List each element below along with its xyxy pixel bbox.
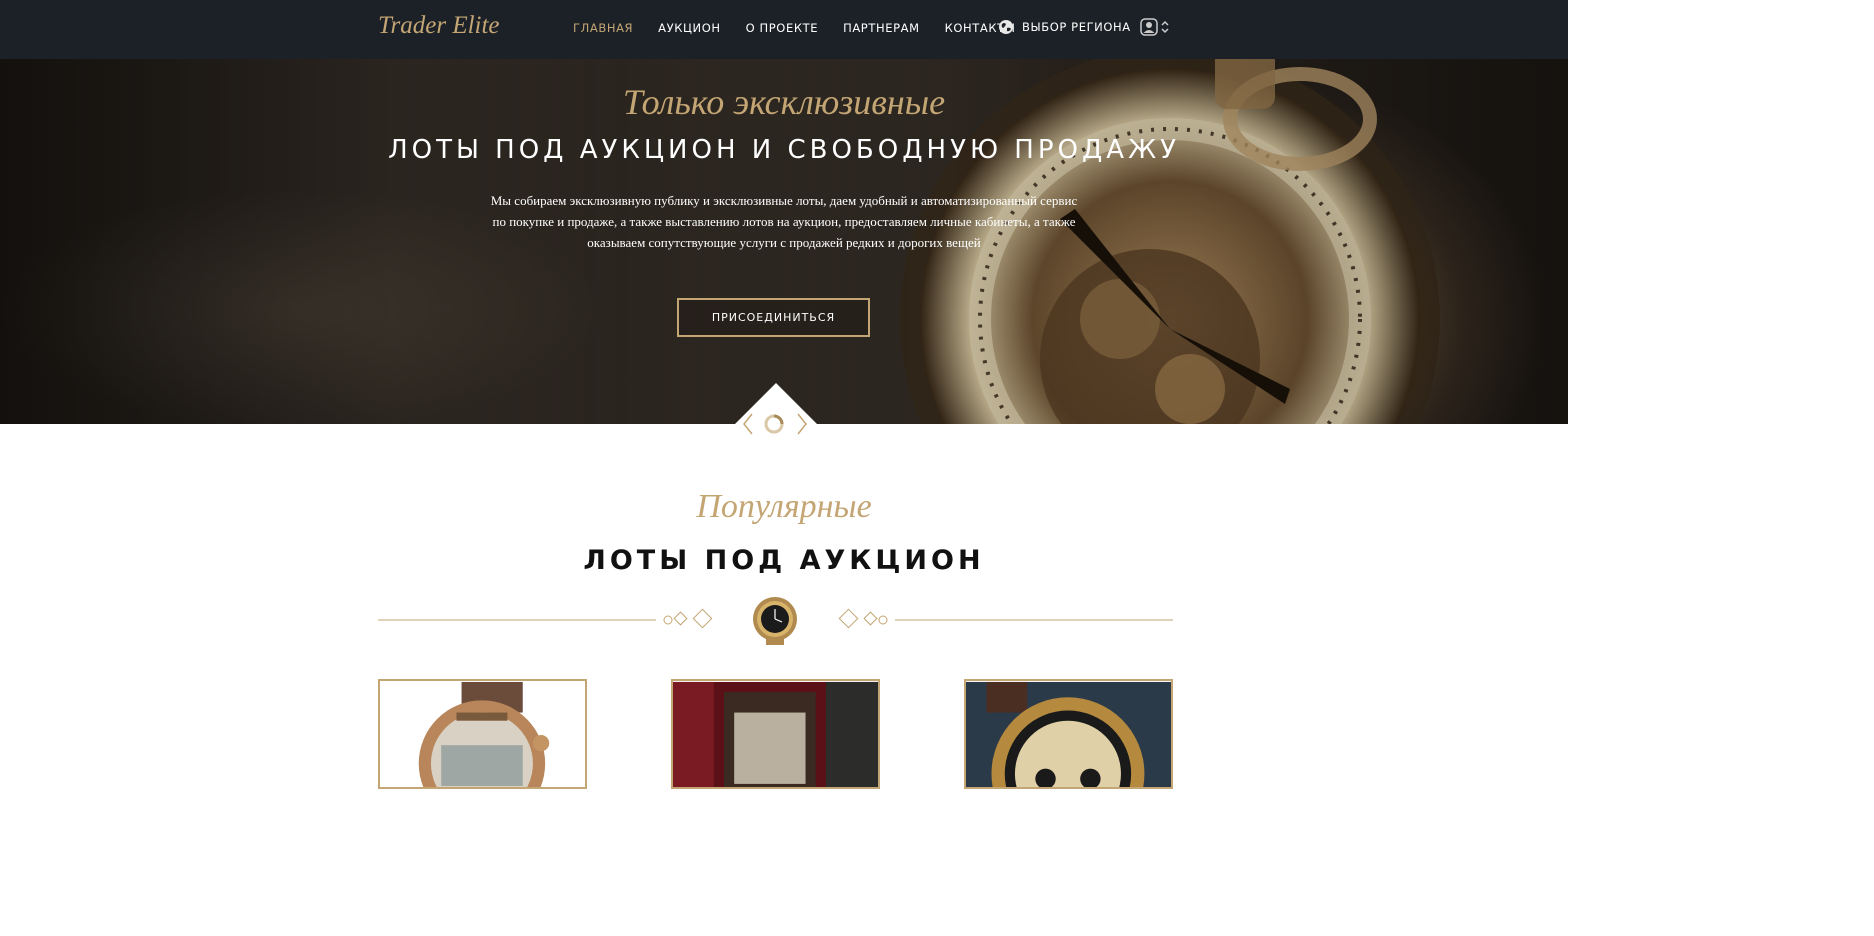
lot-card-watch-2[interactable]: [964, 679, 1173, 789]
menu-item-about[interactable]: О ПРОЕКТЕ: [746, 21, 818, 35]
hero-script-heading: Только эксклюзивные: [622, 82, 946, 122]
slider-controls: [743, 413, 807, 435]
user-menu[interactable]: [1140, 18, 1169, 36]
watch-lot-image: [380, 681, 585, 787]
top-navbar: Trader Elite ГЛАВНАЯ АУКЦИОН О ПРОЕКТЕ П…: [0, 0, 1568, 59]
menu-item-partners[interactable]: ПАРТНЕРАМ: [843, 21, 920, 35]
prev-arrow-icon[interactable]: [743, 413, 753, 435]
user-icon: [1140, 18, 1158, 36]
menu-item-auction[interactable]: АУКЦИОН: [658, 21, 720, 35]
section-title: ЛОТЫ ПОД АУКЦИОН: [583, 545, 985, 576]
section-script-heading: Популярные: [696, 488, 872, 525]
region-selector[interactable]: ВЫБОР РЕГИОНА: [998, 19, 1131, 35]
lot-card-wine[interactable]: [671, 679, 880, 789]
next-arrow-icon[interactable]: [797, 413, 807, 435]
site-logo[interactable]: Trader Elite: [378, 12, 500, 40]
hero-description: Мы собираем эксклюзивную публику и экскл…: [490, 193, 1078, 250]
wine-lot-image: [673, 681, 878, 787]
join-button[interactable]: ПРИСОЕДИНИТЬСЯ: [677, 298, 870, 337]
menu-item-home[interactable]: ГЛАВНАЯ: [573, 21, 633, 35]
hero-title: ЛОТЫ ПОД АУКЦИОН И СВОБОДНУЮ ПРОДАЖУ: [388, 135, 1180, 165]
chevron-up-down-icon: [1161, 20, 1169, 34]
main-menu: ГЛАВНАЯ АУКЦИОН О ПРОЕКТЕ ПАРТНЕРАМ КОНТ…: [573, 21, 1016, 35]
watch-icon: [753, 597, 797, 645]
globe-icon: [999, 20, 1013, 34]
region-label: ВЫБОР РЕГИОНА: [1022, 20, 1131, 34]
hero-banner: Только эксклюзивные ЛОТЫ ПОД АУКЦИОН И С…: [0, 59, 1568, 424]
lot-card-watch-1[interactable]: [378, 679, 587, 789]
rolex-lot-image: [966, 681, 1171, 787]
ornament-divider: [378, 597, 1173, 645]
